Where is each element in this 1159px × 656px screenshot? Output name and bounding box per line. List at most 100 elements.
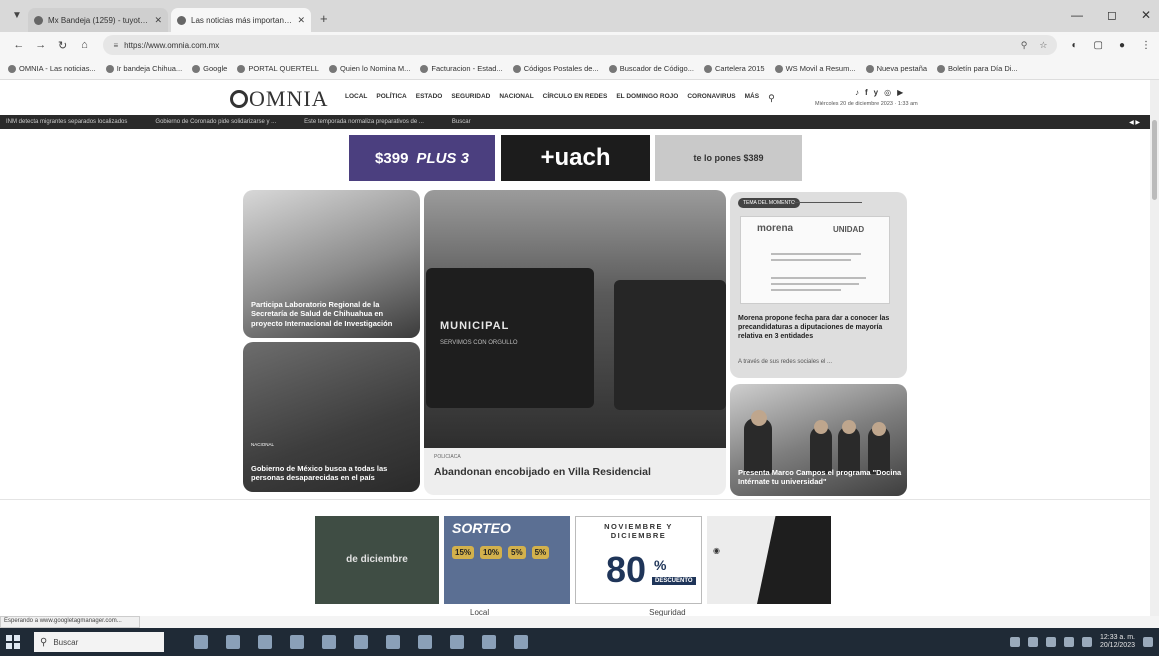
tray-icon[interactable] — [1027, 637, 1038, 647]
bookmark[interactable]: WS Movil a Resum... — [774, 64, 856, 73]
bookmark[interactable]: Buscador de Código... — [608, 64, 694, 73]
notifications-icon[interactable] — [1143, 637, 1153, 647]
close-window-icon[interactable]: ✕ — [1141, 8, 1151, 22]
nav-item-politica[interactable]: POLÍTICA — [376, 93, 406, 104]
nav-item-estado[interactable]: ESTADO — [416, 93, 443, 104]
tab-search-icon[interactable]: ▼ — [6, 4, 28, 26]
new-tab-icon[interactable]: + — [320, 11, 328, 26]
nav-item-circulo[interactable]: CÍRCULO EN REDES — [543, 93, 608, 104]
ticker-item[interactable]: Gobierno de Coronado pide solidarizarse … — [155, 119, 276, 125]
taskbar-app-icon[interactable] — [322, 635, 336, 649]
taskbar-app-icon[interactable] — [354, 635, 368, 649]
instagram-icon[interactable]: ◎ — [884, 88, 891, 97]
doc-line — [771, 289, 841, 291]
ticker-trailing[interactable]: Buscar — [452, 119, 471, 125]
nav-item-coronavirus[interactable]: CORONAVIRUS — [687, 93, 735, 104]
taskbar-search-input[interactable]: ⚲ Buscar — [34, 632, 164, 652]
ad-banner-promo[interactable]: te lo pones $389 — [655, 135, 802, 181]
ad-banner-uach[interactable]: +uach — [501, 135, 650, 181]
tray-icon[interactable] — [1045, 637, 1056, 647]
nav-item-local[interactable]: LOCAL — [345, 93, 367, 104]
bookmark-star-icon[interactable]: ☆ — [1039, 40, 1047, 51]
tray-icon[interactable] — [1009, 637, 1020, 647]
ad-banner-sorteo[interactable]: SORTEO 15% 10% 5% 5% — [444, 516, 570, 604]
bookmark[interactable]: OMNIA - Las noticias... — [8, 64, 96, 73]
bookmark[interactable]: Quien lo Nomina M... — [328, 64, 410, 73]
bookmark-favicon-icon — [774, 64, 783, 73]
volume-icon[interactable] — [1081, 637, 1092, 647]
profile-icon[interactable]: ● — [1119, 40, 1125, 51]
taskbar-app-icon[interactable] — [482, 635, 496, 649]
site-info-icon[interactable]: ≡ — [113, 41, 118, 50]
tiktok-icon[interactable]: ♪ — [855, 88, 859, 97]
story-card-desaparecidos[interactable]: NACIONAL Gobierno de México busca a toda… — [243, 342, 420, 492]
taskbar-app-icon[interactable] — [386, 635, 400, 649]
wifi-icon[interactable] — [1063, 637, 1074, 647]
taskbar-app-icon[interactable] — [450, 635, 464, 649]
story-card-morena[interactable]: TEMA DEL MOMENTO morena UNIDAD Morena pr… — [730, 192, 907, 378]
browser-tab-active[interactable]: Las noticias más importantes d... ✕ — [171, 8, 311, 32]
bookmark[interactable]: Boletín para Día Di... — [937, 64, 1018, 73]
twitter-icon[interactable]: y — [874, 88, 878, 97]
bookmark[interactable]: Ir bandeja Chihua... — [105, 64, 182, 73]
taskbar-app-icon[interactable] — [226, 635, 240, 649]
section-tab-local[interactable]: Local — [470, 608, 489, 616]
minimize-icon[interactable]: — — [1071, 8, 1083, 22]
browser-menu-icon[interactable]: ⋮ — [1141, 40, 1151, 51]
person-head — [751, 410, 767, 426]
search-icon[interactable]: ⚲ — [768, 93, 775, 104]
story-card-main[interactable]: MUNICIPAL SERVIMOS CON ORGULLO POLICIACA… — [424, 190, 726, 495]
tray-clock[interactable]: 12:33 a. m. 20/12/2023 — [1100, 634, 1135, 651]
story-card-programa[interactable]: Presenta Marco Campos el programa "Docin… — [730, 384, 907, 496]
ticker-item[interactable]: Este temporada normaliza preparativos de… — [304, 119, 424, 125]
reload-icon[interactable]: ↻ — [52, 39, 74, 52]
close-tab-icon[interactable]: ✕ — [297, 15, 305, 26]
maximize-icon[interactable]: ◻ — [1107, 8, 1117, 22]
bookmark-favicon-icon — [8, 64, 16, 73]
page-scrollbar[interactable] — [1150, 80, 1159, 616]
taskbar-app-icon[interactable] — [194, 635, 208, 649]
bookmark[interactable]: Nueva pestaña — [865, 64, 927, 73]
browser-tab[interactable]: Mx Bandeja (1259) - tuyotanoedi... ✕ — [28, 8, 168, 32]
taskbar-app-icon[interactable] — [290, 635, 304, 649]
bookmark[interactable]: PORTAL QUERTELL — [237, 64, 319, 73]
taskbar-app-icon[interactable] — [418, 635, 432, 649]
bookmark[interactable]: Cartelera 2015 — [703, 64, 765, 73]
youtube-icon[interactable]: ▶ — [897, 88, 903, 97]
taskbar-app-icon[interactable] — [514, 635, 528, 649]
section-tab-seguridad[interactable]: Seguridad — [649, 608, 685, 616]
story-card-lab[interactable]: Participa Laboratorio Regional de la Sec… — [243, 190, 420, 338]
home-icon[interactable]: ⌂ — [74, 39, 96, 51]
nav-item-nacional[interactable]: NACIONAL — [499, 93, 533, 104]
ad-brand: +uach — [540, 144, 611, 171]
nav-item-seguridad[interactable]: SEGURIDAD — [451, 93, 490, 104]
windows-start-icon[interactable] — [6, 635, 20, 649]
news-ticker: INM detecta migrantes separados localiza… — [0, 115, 1150, 129]
ad-banner-diciembre[interactable]: de diciembre — [315, 516, 439, 604]
document-image: morena UNIDAD — [740, 216, 890, 304]
story-headline: Presenta Marco Campos el programa "Docin… — [738, 468, 902, 487]
site-logo[interactable]: OMNIA — [230, 86, 329, 112]
address-input[interactable]: ≡ https://www.omnia.com.mx ⚲ ☆ — [103, 35, 1058, 55]
nav-item-domingo[interactable]: EL DOMINGO ROJO — [616, 93, 678, 104]
taskbar-app-icon[interactable] — [258, 635, 272, 649]
person-head — [842, 420, 856, 434]
sidebar-icon[interactable]: ▢ — [1094, 40, 1103, 51]
scrollbar-thumb[interactable] — [1152, 120, 1157, 200]
ticker-arrows-icon[interactable]: ◀ ▶ — [1129, 119, 1150, 126]
extensions-icon[interactable]: ◐ — [1071, 40, 1077, 51]
truck-label: MUNICIPAL — [440, 320, 510, 332]
ad-banner-descuento[interactable]: NOVIEMBRE Y DICIEMBRE 80 % DESCUENTO — [575, 516, 702, 604]
bookmark[interactable]: Códigos Postales de... — [512, 64, 599, 73]
ad-banner-institutional[interactable]: ◉ — [707, 516, 831, 604]
ticker-item[interactable]: INM detecta migrantes separados localiza… — [6, 119, 127, 125]
nav-item-mas[interactable]: MÁS — [745, 93, 759, 104]
bookmark[interactable]: Facturacion - Estad... — [420, 64, 503, 73]
forward-icon[interactable]: → — [30, 39, 52, 51]
bookmark[interactable]: Google — [192, 64, 227, 73]
close-tab-icon[interactable]: ✕ — [154, 15, 162, 26]
back-icon[interactable]: ← — [8, 39, 30, 51]
ad-banner-plus3[interactable]: $399 PLUS 3 — [349, 135, 495, 181]
facebook-icon[interactable]: f — [865, 88, 868, 97]
zoom-icon[interactable]: ⚲ — [1021, 40, 1028, 51]
